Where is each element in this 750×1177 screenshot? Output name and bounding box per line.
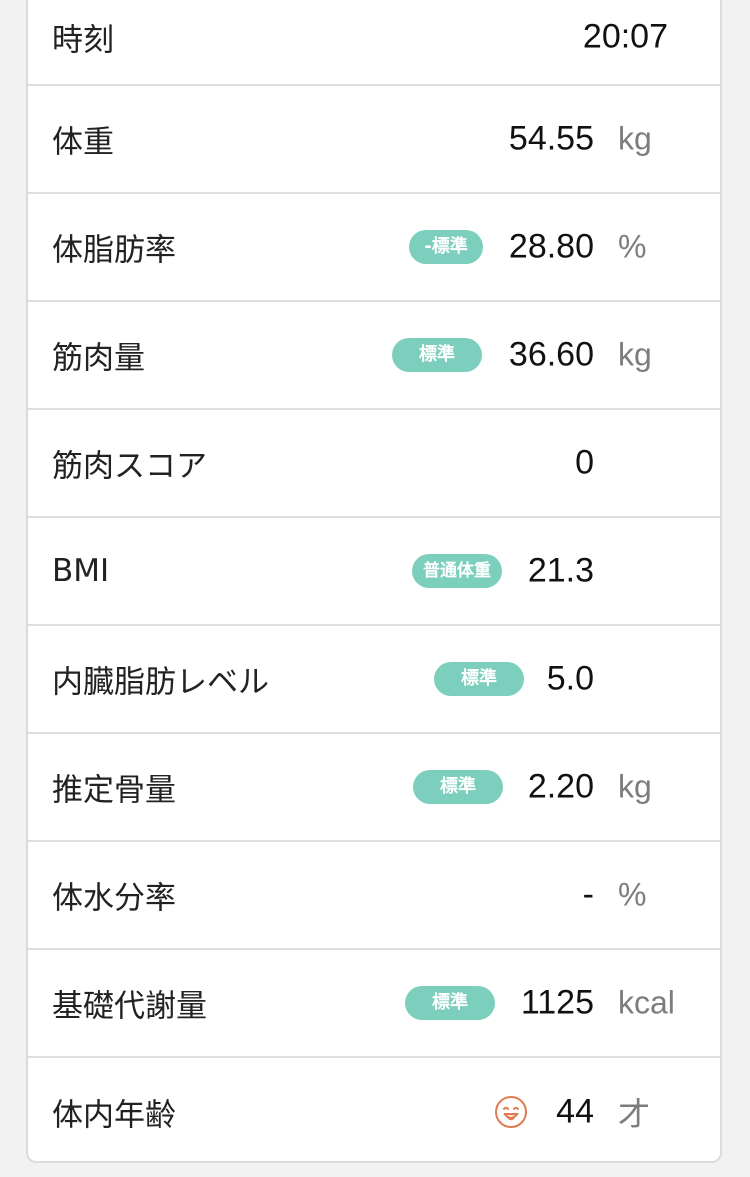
row-time: 時刻 20:07 [28,0,720,86]
row-label: BMI [52,553,110,589]
row-label: 体水分率 [52,880,176,917]
row-bmi: BMI 普通体重 21.3 [28,518,720,626]
row-bone-mass: 推定骨量 標準 2.20 kg [28,734,720,842]
status-badge: -標準 [409,230,483,264]
row-value: 0 [575,443,594,482]
row-label: 推定骨量 [52,772,176,809]
row-label: 内臓脂肪レベル [52,664,269,701]
status-badge: 普通体重 [412,554,502,588]
row-body-water: 体水分率 - % [28,842,720,950]
row-unit: kcal [618,984,675,1021]
row-muscle-score: 筋肉スコア 0 [28,410,720,518]
row-label: 体重 [52,124,114,161]
status-badge: 標準 [392,338,482,372]
status-badge: 標準 [405,986,495,1020]
body-composition-card: 時刻 20:07 体重 54.55 kg 体脂肪率 -標準 28.80 % 筋肉… [26,0,722,1163]
smiling-face-icon [494,1095,528,1129]
row-value: 28.80 [508,227,594,266]
row-value: 5.0 [546,659,594,698]
row-unit: kg [618,120,652,157]
row-unit: 才 [618,1095,651,1132]
status-badge: 標準 [413,770,503,804]
row-value: 1125 [520,983,594,1022]
row-value: - [582,875,594,914]
row-value: 36.60 [508,335,594,374]
row-body-age: 体内年齢 44 才 [28,1058,720,1161]
row-unit: kg [618,336,652,373]
row-weight: 体重 54.55 kg [28,86,720,194]
row-unit: % [618,228,647,265]
row-basal-metabolism: 基礎代謝量 標準 1125 kcal [28,950,720,1058]
status-badge: 標準 [434,662,524,696]
row-label: 体内年齢 [52,1097,176,1133]
row-muscle-mass: 筋肉量 標準 36.60 kg [28,302,720,410]
row-label: 基礎代謝量 [52,988,207,1025]
row-body-fat: 体脂肪率 -標準 28.80 % [28,194,720,302]
row-value: 21.3 [527,551,594,590]
time-value: 20:07 [582,17,668,56]
row-unit: kg [618,768,652,805]
row-value: 2.20 [527,767,594,806]
row-label: 体脂肪率 [52,232,176,269]
row-label: 筋肉量 [52,340,145,377]
row-value: 54.55 [508,119,594,158]
row-unit: % [618,876,647,913]
row-value: 44 [556,1092,594,1130]
row-label: 時刻 [52,22,114,59]
row-visceral-fat: 内臓脂肪レベル 標準 5.0 [28,626,720,734]
row-label: 筋肉スコア [52,448,207,485]
